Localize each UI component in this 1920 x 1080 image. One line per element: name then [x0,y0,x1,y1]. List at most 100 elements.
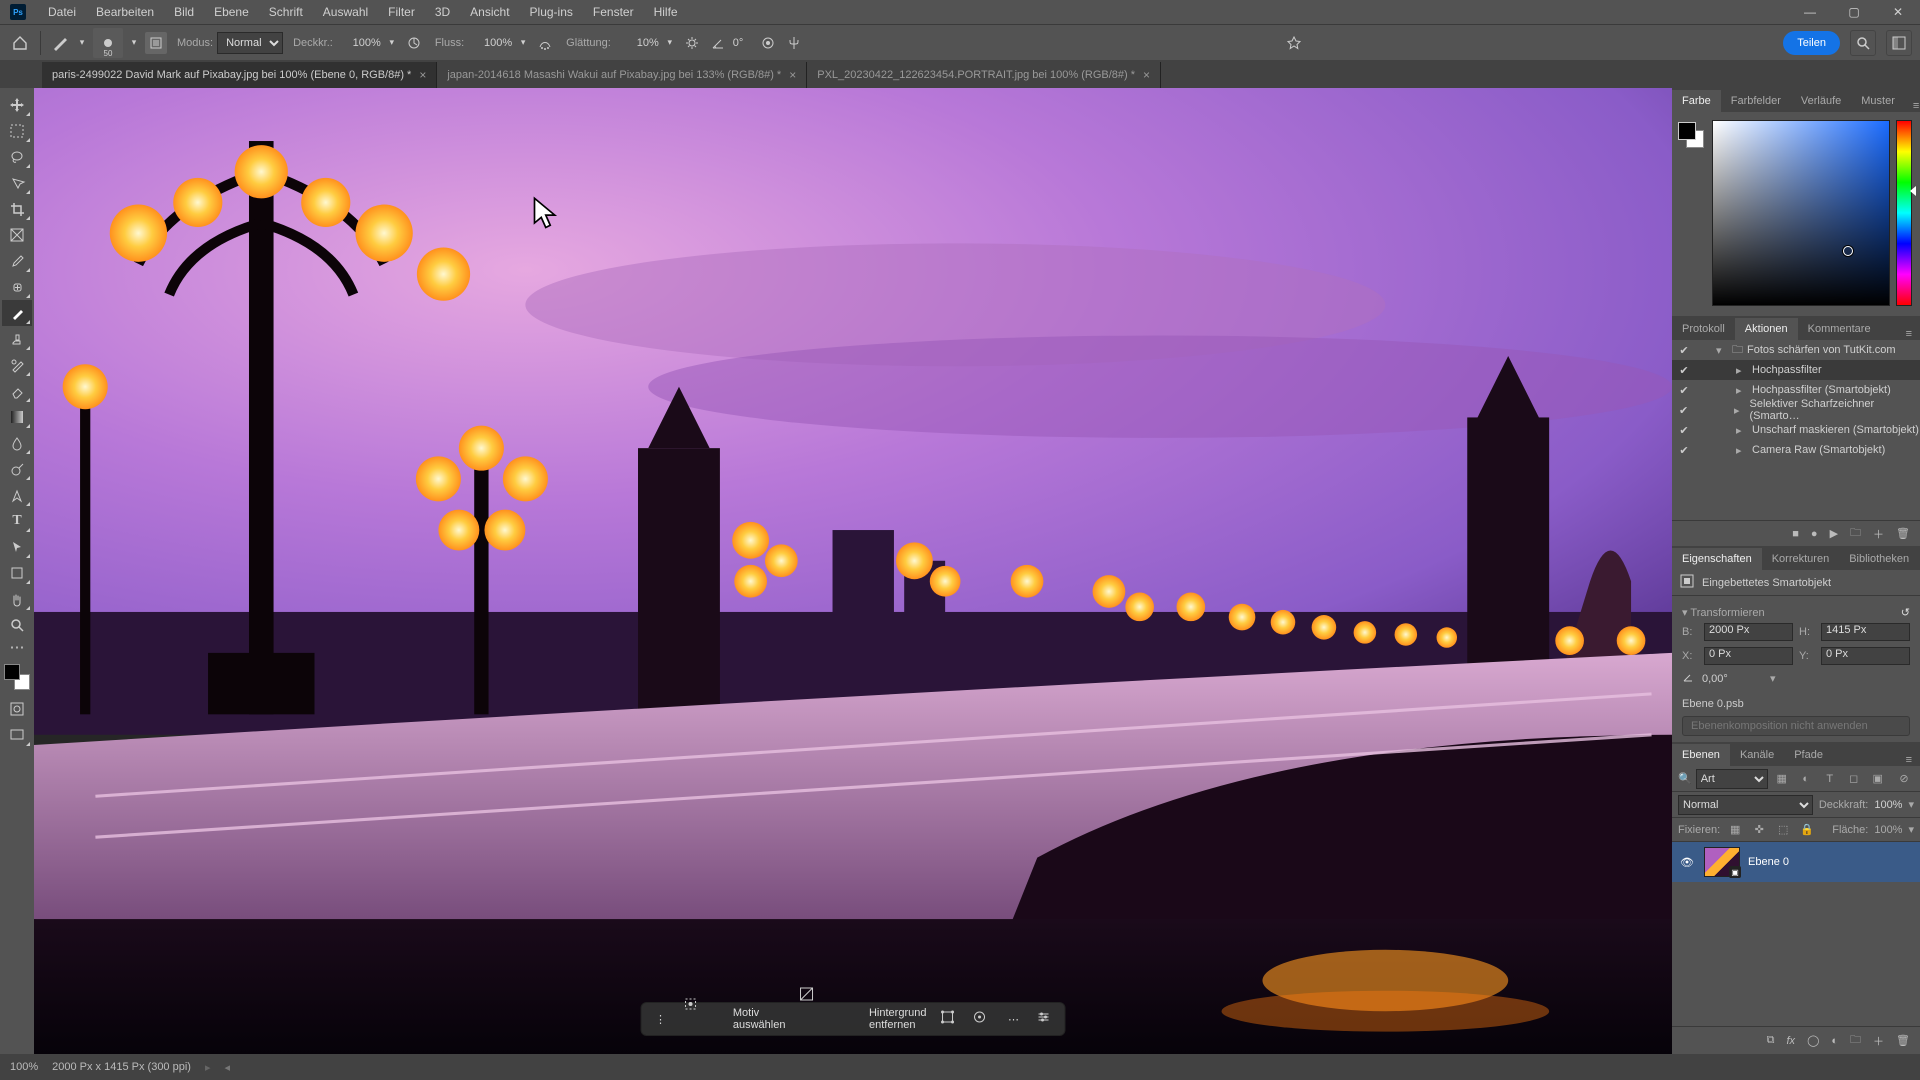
symmetry-icon[interactable] [783,32,805,54]
layer-row[interactable]: 👁 ▣ Ebene 0 [1672,842,1920,882]
crop-tool[interactable] [2,196,32,222]
document-canvas[interactable]: ⋮ Motiv auswählen Hintergrund entfernen … [34,88,1672,1054]
close-button[interactable]: ✕ [1876,0,1920,24]
shape-tool[interactable] [2,560,32,586]
layer-thumbnail[interactable]: ▣ [1704,847,1740,877]
doc-dimensions[interactable]: 2000 Px x 1415 Px (300 ppi) [52,1061,191,1073]
stop-icon[interactable]: ■ [1792,528,1799,540]
menu-schrift[interactable]: Schrift [259,5,313,19]
fx-icon[interactable]: fx [1787,1035,1796,1047]
gradient-tool[interactable] [2,404,32,430]
smoothing-gear-icon[interactable] [681,32,703,54]
adjustment-icon[interactable]: ◐ [1831,1035,1838,1047]
heal-tool[interactable] [2,274,32,300]
trash-icon[interactable]: 🗑 [1896,527,1910,540]
saturation-value-picker[interactable] [1712,120,1890,306]
close-icon[interactable]: × [789,68,796,82]
brush-dropdown[interactable]: ▾ [127,36,141,50]
close-icon[interactable]: × [419,68,426,82]
angle-icon[interactable] [707,32,729,54]
smoothing-dropdown[interactable]: ▾ [663,36,677,50]
panel-color-swatch[interactable] [1678,122,1704,148]
hue-slider[interactable] [1896,120,1912,306]
eyedropper-tool[interactable] [2,248,32,274]
visibility-icon[interactable]: 👁 [1678,856,1696,869]
eraser-tool[interactable] [2,378,32,404]
tab-kanaele[interactable]: Kanäle [1730,744,1784,766]
record-icon[interactable]: ● [1811,528,1818,540]
action-row[interactable]: ✔▸ Unscharf maskieren (Smartobjekt) [1672,420,1920,440]
height-input[interactable]: 1415 Px [1821,623,1910,641]
new-layer-icon[interactable]: ＋ [1873,1033,1884,1049]
opacity-value[interactable]: 100% [337,37,381,49]
search-icon[interactable]: 🔍 [1678,772,1692,785]
action-row[interactable]: ✔▸ Selektiver Scharfzeichner (Smarto… [1672,400,1920,420]
type-tool[interactable]: T [2,508,32,534]
tab-bibliotheken[interactable]: Bibliotheken [1839,548,1919,570]
action-row[interactable]: ✔ ▸ Hochpassfilter [1672,360,1920,380]
filter-toggle[interactable]: ⊘ [1894,769,1914,789]
chevron-right-icon[interactable]: ▸ [1736,364,1748,377]
tab-farbfelder[interactable]: Farbfelder [1721,90,1791,112]
panel-menu-icon[interactable]: ≡ [1905,100,1920,112]
chevron-down-icon[interactable]: ▾ [1908,798,1914,811]
maximize-button[interactable]: ▢ [1832,0,1876,24]
quick-select-tool[interactable] [2,170,32,196]
doc-tab-3[interactable]: PXL_20230422_122623454.PORTRAIT.jpg bei … [807,62,1161,88]
remove-background-button[interactable]: Hintergrund entfernen [799,987,926,1051]
flow-value[interactable]: 100% [468,37,512,49]
action-set-row[interactable]: ✔ ▾ 🗀 Fotos schärfen von TutKit.com [1672,340,1920,360]
tab-eigenschaften[interactable]: Eigenschaften [1672,548,1762,570]
transform-icon[interactable] [940,1010,958,1028]
move-tool[interactable] [2,92,32,118]
tab-pfade[interactable]: Pfade [1784,744,1833,766]
lasso-tool[interactable] [2,144,32,170]
menu-3d[interactable]: 3D [425,5,460,19]
tab-kommentare[interactable]: Kommentare [1798,318,1881,340]
stamp-tool[interactable] [2,326,32,352]
hand-tool[interactable] [2,586,32,612]
history-brush-tool[interactable] [2,352,32,378]
drag-handle-icon[interactable]: ⋮ [652,1010,670,1028]
scroll-left-icon[interactable]: ◂ [224,1061,230,1074]
tab-korrekturen[interactable]: Korrekturen [1762,548,1839,570]
color-swatch[interactable] [2,662,32,692]
chevron-down-icon[interactable]: ▾ [1908,823,1914,836]
filter-select[interactable]: Art [1696,769,1768,789]
smoothing-value[interactable]: 10% [615,37,659,49]
marquee-tool[interactable] [2,118,32,144]
comment-icon[interactable] [1283,32,1305,54]
x-input[interactable]: 0 Px [1704,647,1793,665]
doc-tab-1[interactable]: paris-2499022 David Mark auf Pixabay.jpg… [42,62,437,88]
menu-bearbeiten[interactable]: Bearbeiten [86,5,164,19]
dodge-tool[interactable] [2,456,32,482]
quick-mask-icon[interactable] [2,696,32,722]
screen-mode-icon[interactable] [2,722,32,748]
menu-auswahl[interactable]: Auswahl [313,5,378,19]
new-action-icon[interactable]: ＋ [1873,526,1884,542]
minimize-button[interactable]: — [1788,0,1832,24]
share-button[interactable]: Teilen [1783,31,1840,55]
filter-adjust-icon[interactable]: ◐ [1796,769,1816,789]
menu-fenster[interactable]: Fenster [583,5,644,19]
opacity-dropdown[interactable]: ▾ [385,36,399,50]
tab-farbe[interactable]: Farbe [1672,90,1721,112]
brush-tool[interactable] [2,300,32,326]
panel-menu-icon[interactable]: ≡ [1898,754,1920,766]
brush-preview[interactable]: 50 [93,28,123,58]
y-input[interactable]: 0 Px [1821,647,1910,665]
trash-icon[interactable]: 🗑 [1896,1034,1910,1047]
action-row[interactable]: ✔▸ Camera Raw (Smartobjekt) [1672,440,1920,460]
angle-value[interactable]: 0° [733,37,744,49]
menu-plugins[interactable]: Plug-ins [520,5,583,19]
filter-shape-icon[interactable]: ◻ [1844,769,1864,789]
angle-input[interactable]: 0,00° [1702,673,1762,685]
width-input[interactable]: 2000 Px [1704,623,1793,641]
filter-pixel-icon[interactable]: ▦ [1772,769,1792,789]
select-subject-button[interactable]: Motiv auswählen [684,997,786,1040]
flow-dropdown[interactable]: ▾ [516,36,530,50]
menu-bild[interactable]: Bild [164,5,204,19]
edit-toolbar[interactable]: ⋯ [2,638,32,656]
tool-preset-dropdown[interactable]: ▾ [75,36,89,50]
airbrush-icon[interactable] [534,32,556,54]
